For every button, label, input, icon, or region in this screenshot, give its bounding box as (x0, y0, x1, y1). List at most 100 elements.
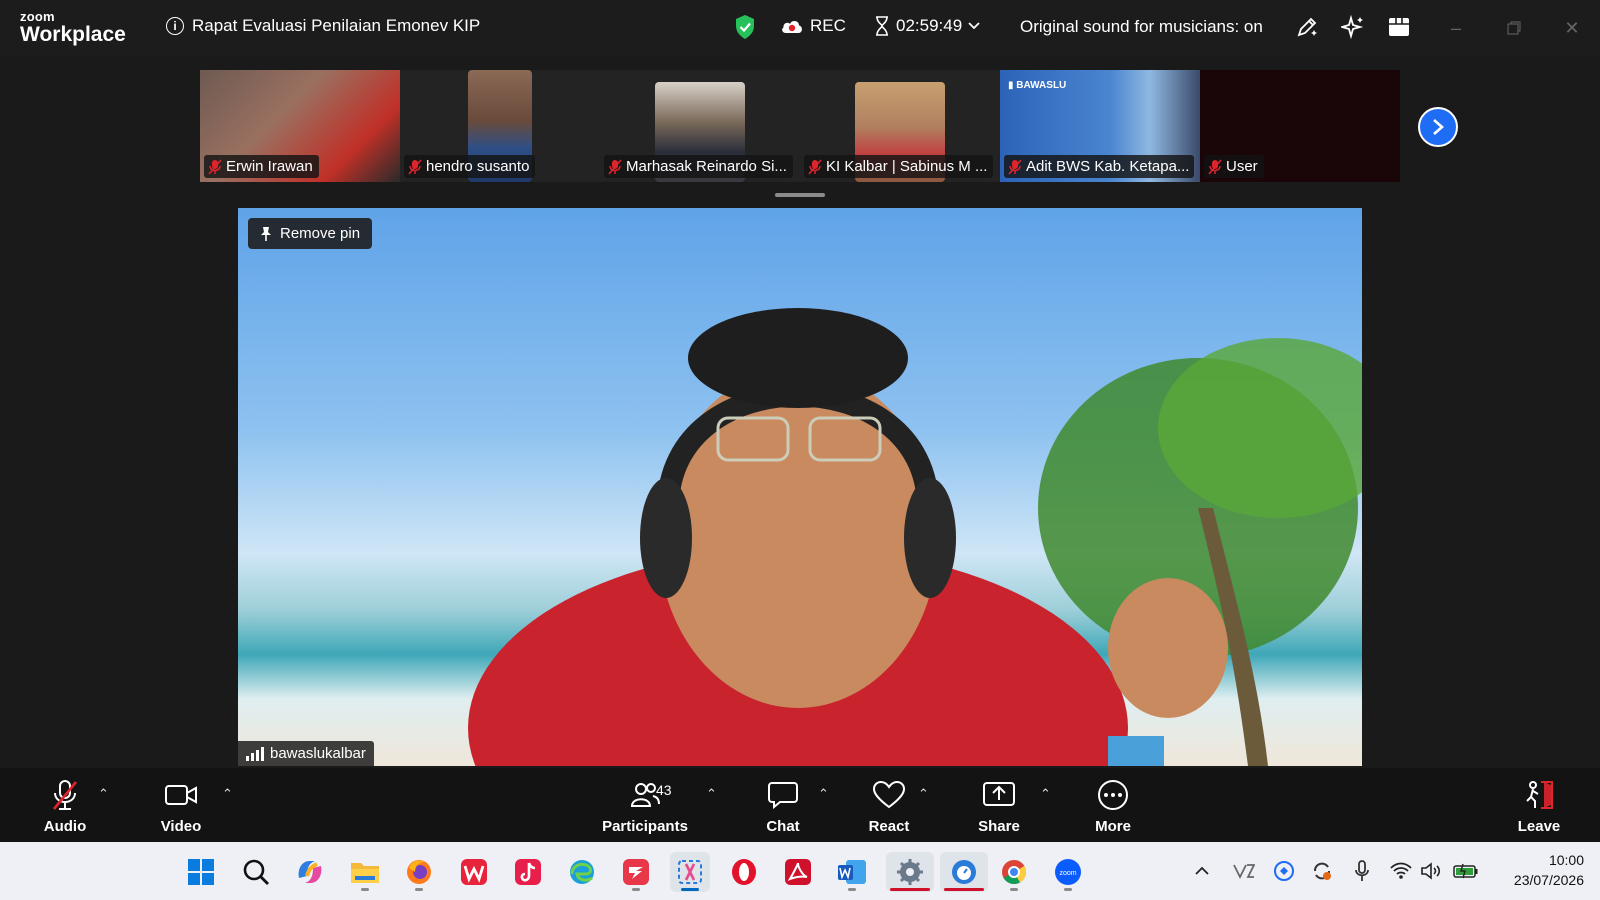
edge-icon[interactable] (562, 852, 602, 892)
meeting-controls: Audio ⌃ Video ⌃ 43 Participants ⌃ Chat ⌃… (0, 768, 1600, 842)
participant-name-tag: Erwin Irawan (204, 155, 319, 178)
rec-label: REC (810, 16, 846, 35)
participant-name-tag: Marhasak Reinardo Si... (604, 155, 793, 178)
firefox-icon[interactable] (399, 852, 439, 892)
participant-tile[interactable]: KI Kalbar | Sabinus M ... (800, 70, 1000, 182)
mic-muted-icon (208, 158, 222, 175)
video-label: Video (160, 818, 202, 835)
chat-options-caret[interactable]: ⌃ (818, 786, 829, 802)
settings-gear-icon[interactable] (886, 852, 934, 892)
meeting-info-button[interactable]: i Rapat Evaluasi Penilaian Emonev KIP (166, 16, 480, 36)
share-screen-icon (982, 778, 1016, 812)
strip-resize-handle[interactable] (775, 193, 825, 197)
recorder-icon[interactable] (940, 852, 988, 892)
participant-name: KI Kalbar | Sabinus M ... (826, 158, 988, 175)
annotate-pen-icon[interactable] (1294, 14, 1320, 40)
volume-icon[interactable] (1420, 859, 1444, 883)
recording-indicator[interactable]: REC (780, 16, 846, 36)
zoom-app-icon[interactable]: zoom (1048, 852, 1088, 892)
video-options-caret[interactable]: ⌃ (222, 786, 233, 802)
close-button[interactable]: ✕ (1560, 16, 1584, 40)
battery-charging-icon[interactable] (1452, 859, 1480, 883)
tray-chevron-up-icon[interactable] (1190, 859, 1214, 883)
search-icon[interactable] (236, 852, 276, 892)
participants-label: Participants (602, 818, 688, 835)
running-indicator (415, 888, 423, 891)
microphone-tray-icon[interactable] (1350, 859, 1374, 883)
snipping-tool-icon[interactable] (670, 852, 710, 892)
remove-pin-label: Remove pin (280, 225, 361, 242)
running-indicator (632, 888, 640, 891)
chrome-icon[interactable] (994, 852, 1034, 892)
participant-tile[interactable]: User (1200, 70, 1400, 182)
chevron-down-icon (968, 22, 980, 30)
participants-button[interactable]: 43 Participants (600, 778, 690, 835)
copilot-icon[interactable] (290, 852, 330, 892)
zoom-logo: zoom Workplace (20, 10, 126, 45)
start-windows-icon[interactable] (181, 852, 221, 892)
minimize-button[interactable]: – (1444, 16, 1468, 40)
title-bar: zoom Workplace i Rapat Evaluasi Penilaia… (0, 0, 1600, 56)
speaker-name-tag: bawaslukalbar (238, 741, 374, 766)
active-indicator (890, 888, 930, 891)
audio-button[interactable]: Audio (20, 778, 110, 835)
sync-tray-icon[interactable] (1272, 859, 1296, 883)
meeting-title: Rapat Evaluasi Penilaian Emonev KIP (192, 16, 481, 35)
participant-tile[interactable]: Marhasak Reinardo Si... (600, 70, 800, 182)
mic-muted-icon (1008, 158, 1022, 175)
participant-name: Marhasak Reinardo Si... (626, 158, 787, 175)
beach-background (468, 308, 1362, 766)
more-dots-icon (1096, 778, 1130, 812)
word-icon[interactable] (832, 852, 872, 892)
opera-icon[interactable] (724, 852, 764, 892)
next-page-button[interactable] (1418, 107, 1458, 147)
audio-label: Audio (43, 818, 87, 835)
wps-pdf-icon[interactable] (616, 852, 656, 892)
participants-options-caret[interactable]: ⌃ (706, 786, 717, 802)
svg-text:zoom: zoom (1059, 870, 1076, 877)
meeting-timer[interactable]: 02:59:49 (874, 16, 980, 36)
video-camera-icon (164, 778, 198, 812)
update-tray-icon[interactable] (1310, 859, 1334, 883)
wps-office-icon[interactable] (454, 852, 494, 892)
vpn-tray-icon[interactable] (1232, 859, 1256, 883)
react-options-caret[interactable]: ⌃ (918, 786, 929, 802)
pinned-speaker-video[interactable]: Remove pin bawaslukalbar (238, 208, 1362, 766)
file-explorer-icon[interactable] (345, 852, 385, 892)
tiktok-icon[interactable] (508, 852, 548, 892)
running-indicator (1010, 888, 1018, 891)
connection-signal-icon (246, 746, 264, 761)
acrobat-icon[interactable] (778, 852, 818, 892)
mic-muted-icon (1208, 158, 1222, 175)
original-sound-status[interactable]: Original sound for musicians: on (1020, 17, 1263, 37)
participants-count: 43 (656, 782, 672, 798)
video-button[interactable]: Video (136, 778, 226, 835)
ai-companion-sparkle-icon[interactable] (1340, 14, 1366, 40)
taskbar-clock[interactable]: 10:00 23/07/2026 (1490, 850, 1584, 890)
audio-options-caret[interactable]: ⌃ (98, 786, 109, 802)
participant-tile[interactable]: hendro susanto (400, 70, 600, 182)
participant-name-tag: hendro susanto (404, 155, 536, 178)
leave-button[interactable]: Leave (1494, 778, 1584, 835)
leave-label: Leave (1517, 818, 1561, 835)
share-button[interactable]: Share (954, 778, 1044, 835)
windows-taskbar: zoom 10:00 23/07/2026 (0, 842, 1600, 900)
participant-tile[interactable]: ▮ BAWASLU Adit BWS Kab. Ketapa... (1000, 70, 1200, 182)
encryption-shield-icon[interactable] (734, 14, 756, 45)
chat-button[interactable]: Chat (738, 778, 828, 835)
share-options-caret[interactable]: ⌃ (1040, 786, 1051, 802)
active-indicator (944, 888, 984, 891)
running-indicator (361, 888, 369, 891)
gallery-view-icon[interactable] (1386, 14, 1412, 40)
participant-name-tag: Adit BWS Kab. Ketapa... (1004, 155, 1194, 178)
more-button[interactable]: More (1068, 778, 1158, 835)
speaker-name: bawaslukalbar (270, 745, 366, 762)
participant-tile[interactable]: Erwin Irawan (200, 70, 400, 182)
wifi-icon[interactable] (1389, 859, 1413, 883)
maximize-button[interactable] (1502, 16, 1526, 40)
logo-big-text: Workplace (20, 23, 126, 46)
more-label: More (1095, 818, 1131, 835)
remove-pin-button[interactable]: Remove pin (248, 218, 373, 249)
pin-icon (261, 226, 271, 241)
clock-time: 10:00 (1548, 852, 1584, 868)
